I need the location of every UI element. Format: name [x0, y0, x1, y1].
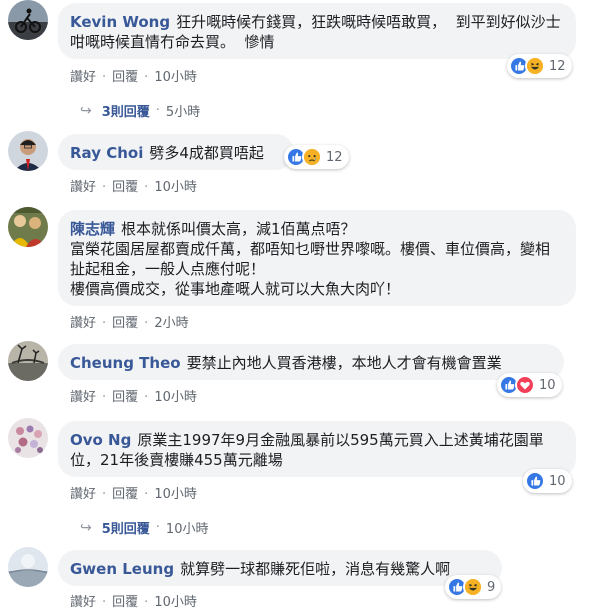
reaction-count: 12 — [549, 58, 566, 74]
haha-icon — [463, 577, 483, 597]
haha-icon — [525, 56, 545, 76]
reply-button[interactable]: 回覆 — [112, 316, 138, 331]
replies-count-label[interactable]: 3則回覆 — [102, 101, 150, 120]
comment-bubble: Ovo Ng 原業主1997年9月金融風暴前以595萬元買入上述黃埔花園單位，21… — [58, 421, 576, 477]
reply-button[interactable]: 回覆 — [112, 390, 138, 405]
comment-timestamp[interactable]: 10小時 — [154, 595, 197, 610]
comment-author[interactable]: Ray Choi — [70, 144, 143, 162]
like-button[interactable]: 讚好 — [70, 487, 96, 502]
comment-timestamp[interactable]: 10小時 — [154, 180, 197, 195]
avatar[interactable] — [8, 131, 48, 171]
comment-text: 要禁止內地人買香港樓，本地人才會有機會置業 — [186, 354, 502, 372]
comment-actions: 讚好 · 回覆 · 10小時 — [70, 180, 197, 195]
view-replies-link[interactable]: ↪ 5則回覆 · 10小時 — [80, 518, 209, 538]
reaction-summary[interactable]: 10 — [497, 373, 562, 397]
avatar[interactable] — [8, 547, 48, 587]
comment-actions: 讚好 · 回覆 · 10小時 — [70, 487, 197, 502]
avatar[interactable] — [8, 207, 48, 247]
comment-timestamp[interactable]: 10小時 — [154, 70, 197, 85]
like-button[interactable]: 讚好 — [70, 70, 96, 85]
like-button[interactable]: 讚好 — [70, 595, 96, 610]
reaction-count: 9 — [487, 579, 496, 595]
like-button[interactable]: 讚好 — [70, 316, 96, 331]
reply-button[interactable]: 回覆 — [112, 595, 138, 610]
replies-count-label[interactable]: 5則回覆 — [102, 518, 150, 537]
comment-text: 就算劈一球都賺死佢啦，消息有幾驚人啊 — [180, 560, 451, 578]
replies-timestamp: 10小時 — [165, 522, 209, 537]
reply-arrow-icon: ↪ — [80, 519, 92, 536]
comment-actions: 讚好 · 回覆 · 10小時 — [70, 595, 197, 610]
comment-author[interactable]: 陳志輝 — [70, 220, 115, 238]
comment-actions: 讚好 · 回覆 · 10小時 — [70, 390, 197, 405]
like-button[interactable]: 讚好 — [70, 390, 96, 405]
comment-author[interactable]: Kevin Wong — [70, 13, 170, 31]
reaction-summary[interactable]: 10 — [523, 469, 572, 493]
reaction-summary[interactable]: 9 — [445, 575, 502, 599]
reply-button[interactable]: 回覆 — [112, 70, 138, 85]
love-icon — [515, 375, 535, 395]
comment-author[interactable]: Ovo Ng — [70, 431, 131, 449]
avatar[interactable] — [8, 0, 48, 40]
reaction-count: 10 — [549, 473, 566, 489]
comment-timestamp[interactable]: 2小時 — [154, 316, 188, 331]
comment-bubble: Gwen Leung 就算劈一球都賺死佢啦，消息有幾驚人啊 — [58, 550, 502, 586]
reaction-summary[interactable]: 12 — [507, 54, 572, 78]
reaction-summary[interactable]: 12 — [284, 145, 349, 169]
comment-bubble: Ray Choi 劈多4成都買唔起 — [58, 134, 294, 170]
comment-bubble: Kevin Wong 狂升嘅時候冇錢買，狂跌嘅時候唔敢買， 到平到好似沙士咁嘅時候… — [58, 3, 576, 59]
comment-timestamp[interactable]: 10小時 — [154, 390, 197, 405]
reaction-count: 10 — [539, 377, 556, 393]
view-replies-link[interactable]: ↪ 3則回覆 · 5小時 — [80, 101, 201, 121]
replies-timestamp: 5小時 — [165, 105, 201, 120]
comment-actions: 讚好 · 回覆 · 2小時 — [70, 316, 189, 331]
reply-button[interactable]: 回覆 — [112, 487, 138, 502]
reaction-count: 12 — [326, 149, 343, 165]
comment-text: 原業主1997年9月金融風暴前以595萬元買入上述黃埔花園單位，21年後賣樓賺4… — [70, 431, 544, 469]
reply-arrow-icon: ↪ — [80, 102, 92, 119]
comment-bubble: 陳志輝 根本就係叫價太高，減1佰萬点唔？ 富榮花園居屋都賣成仟萬，都唔知乜嘢世界嚟… — [58, 210, 576, 306]
like-button[interactable]: 讚好 — [70, 180, 96, 195]
comment-bubble: Cheung Theo 要禁止內地人買香港樓，本地人才會有機會置業 — [58, 344, 564, 380]
comment-text: 劈多4成都買唔起 — [149, 144, 264, 162]
comment-text: 根本就係叫價太高，減1佰萬点唔？ 富榮花園居屋都賣成仟萬，都唔知乜嘢世界嚟嘅。樓… — [70, 220, 551, 298]
like-icon — [525, 471, 545, 491]
comment-author[interactable]: Gwen Leung — [70, 560, 174, 578]
avatar[interactable] — [8, 418, 48, 458]
reply-button[interactable]: 回覆 — [112, 180, 138, 195]
comment-author[interactable]: Cheung Theo — [70, 354, 181, 372]
comment-timestamp[interactable]: 10小時 — [154, 487, 197, 502]
comment-actions: 讚好 · 回覆 · 10小時 — [70, 70, 197, 85]
avatar[interactable] — [8, 341, 48, 381]
sad-icon — [302, 147, 322, 167]
